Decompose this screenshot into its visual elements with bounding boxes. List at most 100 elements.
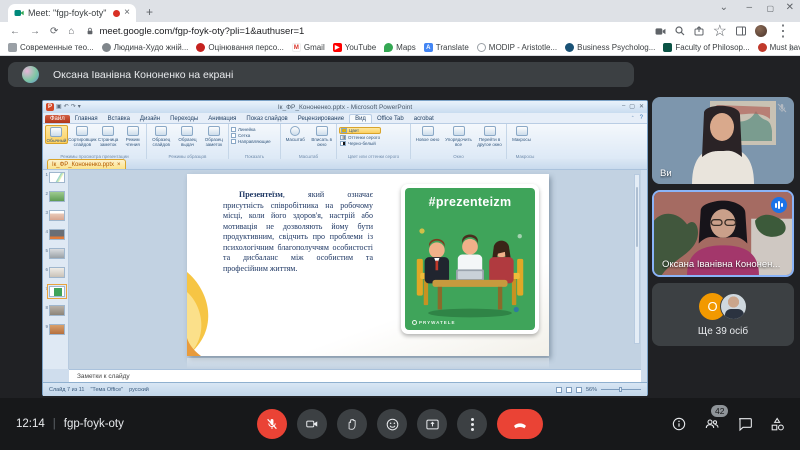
meeting-details-button[interactable]	[671, 416, 687, 432]
video-tile-you[interactable]: Ви	[652, 97, 794, 184]
slide-thumbnail[interactable]: 9	[44, 324, 68, 335]
slide-thumbnail[interactable]: 1	[44, 172, 68, 183]
close-icon[interactable]: ✕	[786, 2, 794, 13]
tab-close-icon[interactable]: ×	[124, 8, 130, 18]
slide-scrollbar[interactable]	[634, 174, 640, 344]
back-icon[interactable]: ←	[10, 26, 20, 37]
tab-sharing-camera-icon[interactable]	[655, 27, 666, 36]
bookmark-item-youtube[interactable]: ▶YouTube	[333, 43, 376, 52]
browser-tab[interactable]: Meet: "fgp-foyk-oty" ×	[8, 4, 136, 22]
bookmark-star-icon[interactable]: ☆	[713, 21, 727, 41]
ribbon-button-reading[interactable]: Режим чтения	[121, 125, 144, 147]
bookmark-item[interactable]: Faculty of Philosop...	[663, 43, 749, 52]
bookmark-item-gmail[interactable]: MGmail	[292, 43, 325, 52]
more-options-button[interactable]	[457, 409, 487, 439]
ribbon-button-notes-master[interactable]: Образец заметок	[202, 125, 226, 147]
video-tile-presenter[interactable]: Оксана Іванівна Кононен...	[652, 190, 794, 277]
checkbox-grid[interactable]: Сетка	[231, 133, 271, 138]
ribbon-button-new-window[interactable]: Новое окно	[413, 125, 442, 142]
ribbon-button-grayscale[interactable]: Оттенки серого	[339, 135, 381, 140]
new-tab-button[interactable]: +	[146, 5, 153, 19]
bookmark-item-maps[interactable]: Maps	[384, 43, 416, 52]
ribbon-button-fit-window[interactable]: Вписать в окно	[310, 125, 335, 147]
zoom-icon[interactable]	[675, 26, 685, 36]
document-tab[interactable]: Ік_ФР_Кононенко.pptx ×	[47, 159, 126, 169]
notes-pane[interactable]: Заметки к слайду	[69, 369, 641, 382]
raise-hand-button[interactable]	[337, 409, 367, 439]
bookmark-item-translate[interactable]: ATranslate	[424, 43, 469, 52]
bookmark-item[interactable]: Современные тео...	[8, 43, 94, 52]
activities-button[interactable]	[769, 416, 786, 433]
bookmark-item[interactable]: MODIP - Aristotle...	[477, 43, 557, 52]
participants-button[interactable]: 42	[703, 416, 721, 432]
ppt-tab-design[interactable]: Дизайн	[135, 115, 165, 123]
zoom-slider[interactable]	[601, 389, 641, 390]
ppt-tab-insert[interactable]: Вставка	[103, 115, 135, 123]
ppt-tab-officetab[interactable]: Office Tab	[372, 115, 409, 123]
ribbon-button-arrange-all[interactable]: Упорядочить все	[444, 125, 473, 147]
ppt-tab-acrobat[interactable]: acrobat	[409, 115, 439, 123]
ribbon-button-normal[interactable]: Обычный	[45, 125, 68, 144]
bookmarks-overflow-icon[interactable]: »	[789, 43, 794, 53]
ribbon-button-switch-window[interactable]: Перейти в другое окно	[475, 125, 504, 147]
reload-icon[interactable]: ⟳	[50, 26, 58, 37]
ribbon-button-handout-master[interactable]: Образец выдач	[175, 125, 199, 147]
ribbon-collapse-icon[interactable]: ＾	[630, 115, 636, 124]
ribbon-button-zoom[interactable]: Масштаб	[283, 125, 308, 142]
document-tab-close-icon[interactable]: ×	[117, 162, 121, 168]
bookmark-item[interactable]: Людина-Худо жній...	[102, 43, 189, 52]
address-bar[interactable]: meet.google.com/fgp-foyk-oty?pli=1&authu…	[99, 26, 654, 37]
slide-thumbnail[interactable]: 5	[44, 248, 68, 259]
mic-mute-button[interactable]	[257, 409, 287, 439]
home-icon[interactable]: ⌂	[68, 26, 74, 37]
slide-thumbnail-selected[interactable]: 7	[44, 286, 68, 297]
ppt-tab-slideshow[interactable]: Показ слайдов	[241, 115, 292, 123]
ppt-tab-view[interactable]: Вид	[349, 114, 372, 123]
share-icon[interactable]	[694, 26, 704, 36]
profile-avatar[interactable]	[755, 25, 767, 37]
ppt-tab-home[interactable]: Главная	[70, 115, 103, 123]
side-panel-icon[interactable]	[736, 26, 746, 36]
ppt-maximize-icon[interactable]: ▢	[629, 103, 635, 110]
ppt-tab-animations[interactable]: Анимация	[203, 115, 241, 123]
ribbon-button-blackwhite[interactable]: Черно-белый	[339, 141, 381, 146]
ribbon-button-notes-page[interactable]: Страница заметок	[97, 125, 120, 147]
ppt-tab-review[interactable]: Рецензирование	[293, 115, 349, 123]
checkbox-ruler[interactable]: Линейка	[231, 127, 271, 132]
thumbnail-image	[49, 324, 65, 335]
help-icon[interactable]: ?	[640, 115, 643, 124]
ppt-tab-transitions[interactable]: Переходы	[165, 115, 203, 123]
ribbon-button-sorter[interactable]: Сортировщик слайдов	[70, 125, 95, 147]
ribbon-button-macros[interactable]: Макросы	[509, 125, 534, 142]
slide-thumbnail[interactable]: 2	[44, 191, 68, 202]
chat-button[interactable]	[737, 416, 753, 432]
present-button[interactable]	[417, 409, 447, 439]
ribbon-button-slide-master[interactable]: Образец слайдов	[149, 125, 173, 147]
tile-more-participants[interactable]: O Ще 39 осіб	[652, 283, 794, 346]
ppt-minimize-icon[interactable]: –	[622, 103, 625, 110]
view-slideshow-icon[interactable]	[576, 387, 582, 393]
maximize-icon[interactable]: ▢	[766, 4, 774, 13]
slide-thumbnail[interactable]: 3	[44, 210, 68, 221]
ribbon-group-views: Обычный Сортировщик слайдов Страница зам…	[43, 124, 147, 159]
view-sorter-icon[interactable]	[566, 387, 572, 393]
bookmark-item[interactable]: Оцінювання персо...	[196, 43, 283, 52]
ribbon-button-color[interactable]: Цвет	[339, 127, 381, 134]
tab-search-icon[interactable]: ⌄	[720, 2, 728, 13]
camera-button[interactable]	[297, 409, 327, 439]
slide-thumbnail[interactable]: 8	[44, 305, 68, 316]
minimize-icon[interactable]: –	[746, 2, 752, 13]
ppt-close-icon[interactable]: ✕	[639, 103, 644, 110]
end-call-button[interactable]	[497, 409, 543, 439]
zoom-knob[interactable]	[619, 387, 622, 392]
slide-thumbnail[interactable]: 6	[44, 267, 68, 278]
checkbox-guides[interactable]: Направляющие	[231, 139, 271, 144]
forward-icon[interactable]: →	[30, 26, 40, 37]
bookmark-item[interactable]: Business Psycholog...	[565, 43, 655, 52]
view-normal-icon[interactable]	[556, 387, 562, 393]
reactions-button[interactable]	[377, 409, 407, 439]
scrollbar-thumb[interactable]	[636, 187, 638, 247]
slide-thumbnail[interactable]: 4	[44, 229, 68, 240]
ppt-tab-file[interactable]: Файл	[45, 115, 70, 123]
browser-menu-icon[interactable]: ⋮	[775, 21, 791, 41]
